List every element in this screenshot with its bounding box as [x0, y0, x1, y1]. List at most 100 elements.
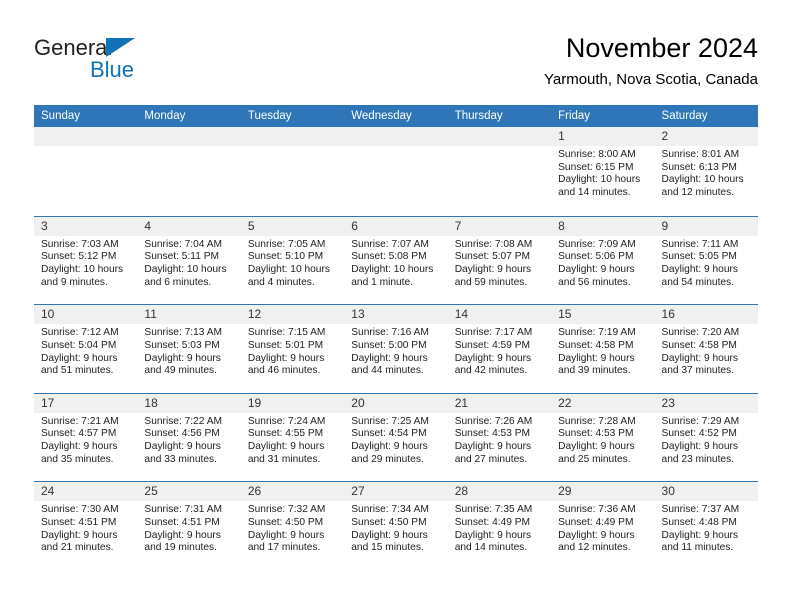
calendar-day-cell[interactable]: 22 Sunrise: 7:28 AM Sunset: 4:53 PM Dayligh… [551, 393, 655, 482]
calendar-day-cell[interactable]: 15 Sunrise: 7:19 AM Sunset: 4:58 PM Dayligh… [551, 305, 655, 393]
day-details: Sunrise: 7:13 AM Sunset: 5:03 PM Daylight:… [137, 324, 240, 378]
day-details: Sunrise: 7:07 AM Sunset: 5:08 PM Daylight:… [344, 236, 447, 290]
calendar-day-cell[interactable]: 14 Sunrise: 7:17 AM Sunset: 4:59 PM Dayligh… [447, 305, 552, 393]
calendar-day-cell[interactable]: 30 Sunrise: 7:37 AM Sunset: 4:48 PM Dayligh… [654, 482, 758, 570]
day-details: Sunrise: 7:28 AM Sunset: 4:53 PM Daylight:… [551, 413, 654, 467]
day-details: Sunrise: 7:11 AM Sunset: 5:05 PM Daylight:… [655, 236, 758, 290]
calendar-day-cell[interactable]: 25 Sunrise: 7:31 AM Sunset: 4:51 PM Dayligh… [137, 482, 241, 570]
daylight-text: Daylight: 9 hours and 37 minutes. [661, 352, 738, 377]
sunset-text: Sunset: 6:15 PM [558, 161, 634, 173]
calendar-day-cell[interactable]: 28 Sunrise: 7:35 AM Sunset: 4:49 PM Dayligh… [447, 482, 552, 570]
day-number [240, 127, 345, 146]
sunset-text: Sunset: 4:58 PM [661, 339, 737, 351]
sunset-text: Sunset: 4:51 PM [41, 517, 117, 529]
sunset-text: Sunset: 5:01 PM [247, 339, 324, 351]
sunset-text: Sunset: 4:49 PM [454, 517, 531, 529]
daylight-text: Daylight: 9 hours and 39 minutes. [558, 352, 635, 377]
day-details: Sunrise: 8:00 AM Sunset: 6:15 PM Daylight:… [551, 146, 654, 200]
calendar-day-cell[interactable]: 19 Sunrise: 7:24 AM Sunset: 4:55 PM Dayligh… [240, 393, 345, 482]
sunrise-text: Sunrise: 7:24 AM [247, 415, 326, 427]
calendar-day-cell[interactable]: 8 Sunrise: 7:09 AM Sunset: 5:06 PM Daylight… [551, 216, 655, 305]
calendar-day-cell[interactable]: 10 Sunrise: 7:12 AM Sunset: 5:04 PM Dayligh… [34, 305, 138, 393]
daylight-text: Daylight: 9 hours and 25 minutes. [558, 441, 635, 465]
sunset-text: Sunset: 4:49 PM [558, 517, 634, 529]
sunrise-text: Sunrise: 7:30 AM [41, 504, 119, 516]
daylight-text: Daylight: 9 hours and 54 minutes. [661, 264, 738, 288]
calendar-day-cell[interactable]: 24 Sunrise: 7:30 AM Sunset: 4:51 PM Dayligh… [34, 482, 138, 570]
calendar-day-cell[interactable]: 11 Sunrise: 7:13 AM Sunset: 5:03 PM Dayligh… [137, 305, 241, 393]
calendar-day-cell-empty [447, 127, 552, 216]
sunset-text: Sunset: 5:12 PM [41, 251, 117, 263]
day-number: 13 [344, 305, 448, 325]
daylight-text: Daylight: 9 hours and 29 minutes. [351, 441, 428, 465]
day-number: 29 [551, 482, 655, 502]
sunrise-text: Sunrise: 7:07 AM [351, 238, 429, 250]
calendar-day-cell[interactable]: 1 Sunrise: 8:00 AM Sunset: 6:15 PM Daylight… [551, 127, 655, 216]
calendar-day-cell[interactable]: 27 Sunrise: 7:34 AM Sunset: 4:50 PM Dayligh… [344, 482, 448, 570]
calendar-day-cell[interactable]: 12 Sunrise: 7:15 AM Sunset: 5:01 PM Dayligh… [240, 305, 345, 393]
weekday-header-saturday: Saturday [661, 110, 708, 122]
daylight-text: Daylight: 10 hours and 1 minute. [351, 264, 434, 288]
daylight-text: Daylight: 9 hours and 44 minutes. [351, 352, 428, 377]
calendar-day-cell[interactable]: 6 Sunrise: 7:07 AM Sunset: 5:08 PM Daylight… [344, 216, 448, 305]
day-details: Sunrise: 7:24 AM Sunset: 4:55 PM Daylight:… [241, 413, 344, 467]
daylight-text: Daylight: 10 hours and 9 minutes. [41, 264, 124, 288]
calendar-day-cell[interactable]: 3 Sunrise: 7:03 AM Sunset: 5:12 PM Daylight… [34, 216, 138, 305]
calendar-day-cell[interactable]: 21 Sunrise: 7:26 AM Sunset: 4:53 PM Dayligh… [447, 393, 552, 482]
day-number: 6 [344, 216, 448, 236]
calendar-day-cell[interactable]: 26 Sunrise: 7:32 AM Sunset: 4:50 PM Dayligh… [240, 482, 345, 570]
daylight-text: Daylight: 9 hours and 23 minutes. [661, 441, 738, 465]
sunrise-text: Sunrise: 7:03 AM [41, 238, 119, 250]
calendar-day-cell[interactable]: 7 Sunrise: 7:08 AM Sunset: 5:07 PM Daylight… [447, 216, 552, 305]
weekday-header-wednesday: Wednesday [351, 110, 412, 122]
brand-logo[interactable]: General Blue [34, 36, 234, 90]
day-number: 30 [654, 482, 758, 502]
calendar-day-cell[interactable]: 5 Sunrise: 7:05 AM Sunset: 5:10 PM Daylight… [240, 216, 345, 305]
sunset-text: Sunset: 5:11 PM [144, 251, 219, 263]
title-block: November 2024 Yarmouth, Nova Scotia, Can… [544, 32, 758, 89]
page-title: November 2024 [565, 33, 758, 63]
calendar-day-cell[interactable]: 23 Sunrise: 7:29 AM Sunset: 4:52 PM Dayligh… [654, 393, 758, 482]
daylight-text: Daylight: 9 hours and 21 minutes. [41, 529, 118, 554]
day-number: 27 [344, 482, 448, 502]
day-details: Sunrise: 7:16 AM Sunset: 5:00 PM Daylight:… [344, 324, 447, 378]
sunset-text: Sunset: 5:06 PM [558, 251, 634, 263]
daylight-text: Daylight: 9 hours and 59 minutes. [454, 264, 532, 288]
daylight-text: Daylight: 10 hours and 12 minutes. [661, 174, 744, 199]
daylight-text: Daylight: 9 hours and 46 minutes. [247, 352, 325, 377]
calendar-day-cell[interactable]: 17 Sunrise: 7:21 AM Sunset: 4:57 PM Dayligh… [34, 393, 138, 482]
calendar-day-cell[interactable]: 2 Sunrise: 8:01 AM Sunset: 6:13 PM Daylight… [654, 127, 758, 216]
sunrise-text: Sunrise: 7:20 AM [661, 327, 740, 339]
sunset-text: Sunset: 5:03 PM [144, 339, 220, 351]
sunset-text: Sunset: 5:05 PM [661, 251, 737, 263]
day-details: Sunrise: 7:26 AM Sunset: 4:53 PM Daylight:… [448, 413, 551, 467]
calendar-day-cell[interactable]: 18 Sunrise: 7:22 AM Sunset: 4:56 PM Dayligh… [137, 393, 241, 482]
daylight-text: Daylight: 9 hours and 19 minutes. [144, 529, 221, 554]
sunrise-text: Sunrise: 7:15 AM [247, 327, 326, 339]
daylight-text: Daylight: 9 hours and 42 minutes. [454, 352, 532, 377]
sunrise-text: Sunrise: 7:25 AM [351, 415, 429, 427]
sunrise-text: Sunrise: 7:08 AM [454, 238, 533, 250]
weekday-header-friday: Friday [558, 110, 591, 122]
day-number: 4 [137, 216, 241, 236]
calendar-day-cell[interactable]: 20 Sunrise: 7:25 AM Sunset: 4:54 PM Dayligh… [344, 393, 448, 482]
calendar-day-cell[interactable]: 9 Sunrise: 7:11 AM Sunset: 5:05 PM Daylight… [654, 216, 758, 305]
calendar-day-cell[interactable]: 4 Sunrise: 7:04 AM Sunset: 5:11 PM Daylight… [137, 216, 241, 305]
sunrise-text: Sunrise: 7:36 AM [558, 504, 636, 516]
calendar-day-cell-empty [34, 127, 138, 216]
daylight-text: Daylight: 9 hours and 14 minutes. [454, 529, 532, 554]
calendar-day-cell[interactable]: 29 Sunrise: 7:36 AM Sunset: 4:49 PM Dayligh… [551, 482, 655, 570]
day-number [34, 127, 138, 146]
day-number: 3 [34, 216, 138, 236]
day-details: Sunrise: 7:22 AM Sunset: 4:56 PM Daylight:… [137, 413, 240, 467]
calendar-week-row: 10 Sunrise: 7:12 AM Sunset: 5:04 PM Dayligh… [34, 304, 758, 393]
calendar-day-cell-empty [240, 127, 345, 216]
calendar-weeks: 1 Sunrise: 8:00 AM Sunset: 6:15 PM Daylight… [34, 127, 758, 570]
calendar-day-cell[interactable]: 13 Sunrise: 7:16 AM Sunset: 5:00 PM Dayligh… [344, 305, 448, 393]
sunset-text: Sunset: 4:50 PM [351, 517, 427, 529]
day-details: Sunrise: 7:05 AM Sunset: 5:10 PM Daylight:… [241, 236, 344, 290]
sunset-text: Sunset: 5:08 PM [351, 251, 427, 263]
sunset-text: Sunset: 4:59 PM [454, 339, 531, 351]
calendar-day-cell[interactable]: 16 Sunrise: 7:20 AM Sunset: 4:58 PM Dayligh… [654, 305, 758, 393]
sunrise-text: Sunrise: 7:29 AM [661, 415, 740, 427]
